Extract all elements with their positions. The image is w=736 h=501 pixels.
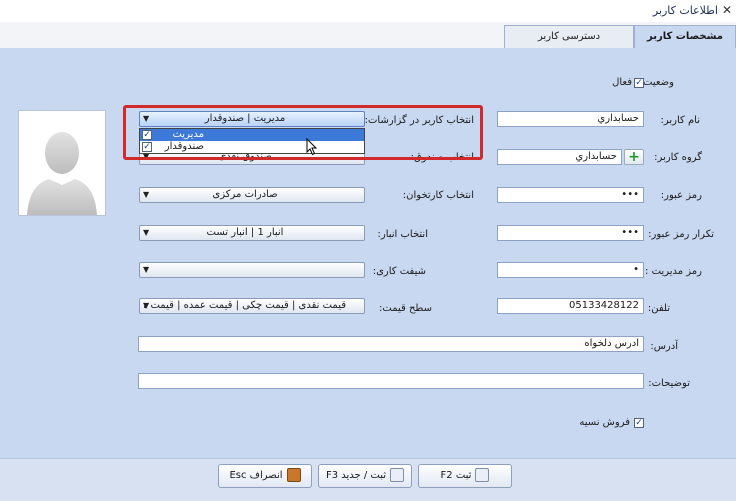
active-label: فعال (612, 77, 632, 88)
workshop-label: انتخاب کارتخوان: (402, 190, 474, 201)
user-silhouette-icon (27, 132, 97, 215)
highlight-box (123, 105, 483, 160)
title-bar: اطلاعات کاربر ✕ (0, 0, 736, 22)
save-icon (475, 468, 490, 482)
chevron-down-icon: ▼ (143, 190, 150, 199)
status-label: وضعیت: (639, 77, 674, 88)
workshop-value: صادرات مرکزی (212, 189, 278, 200)
chevron-down-icon: ▼ (143, 265, 150, 274)
cancel-button-label: انصراف Esc (229, 470, 283, 481)
repeat-password-label: تکرار رمز عبور: (648, 229, 714, 240)
save-new-icon (390, 468, 405, 482)
cancel-button[interactable]: انصراف Esc (218, 464, 312, 488)
username-input[interactable]: حسابداري (497, 111, 644, 127)
tab-user-access[interactable]: دسترسی کاربر (504, 25, 634, 48)
user-group-input[interactable]: حسابداري (497, 149, 622, 165)
price-level-select[interactable]: قیمت نقدی | قیمت چکی | قیمت عمده | قیمت … (139, 298, 365, 314)
save-button[interactable]: ثبت F2 (418, 464, 512, 488)
add-group-icon[interactable]: + (624, 149, 644, 165)
admin-password-input[interactable]: • (497, 262, 644, 278)
shift-select[interactable]: ▼ (139, 262, 365, 278)
save-button-label: ثبت F2 (440, 470, 472, 481)
active-checkbox[interactable]: ✓ (634, 78, 644, 88)
user-group-label: گروه کاربر: (654, 152, 702, 163)
password-label: رمز عبور: (660, 190, 702, 201)
save-new-button-label: ثبت / جدید F3 (325, 470, 387, 481)
warehouse-select[interactable]: انبار 1 | انبار تست ▼ (139, 225, 365, 241)
chevron-down-icon: ▼ (143, 301, 150, 310)
price-level-label: سطح قیمت: (379, 303, 432, 314)
tab-strip: مشخصات کاربر دسترسی کاربر (0, 22, 736, 49)
warehouse-value: انبار 1 | انبار تست (206, 227, 284, 238)
window-title: اطلاعات کاربر (652, 4, 718, 17)
close-icon[interactable]: ✕ (722, 3, 732, 17)
username-label: نام کاربر: (660, 115, 700, 126)
repeat-password-input[interactable]: ••• (497, 225, 644, 241)
save-new-button[interactable]: ثبت / جدید F3 (318, 464, 412, 488)
warehouse-label: انتخاب انبار: (377, 229, 429, 240)
address-input[interactable]: ادرس دلخواه (138, 336, 644, 352)
password-input[interactable]: ••• (497, 187, 644, 203)
credit-sale-label: فروش نسیه (579, 417, 630, 428)
phone-input[interactable]: 05133428122 (497, 298, 644, 314)
mouse-cursor-icon (306, 138, 318, 156)
tab-user-details[interactable]: مشخصات کاربر (634, 25, 736, 49)
exit-door-icon (286, 468, 301, 482)
admin-password-label: رمز مدیریت : (645, 266, 702, 277)
shift-label: شیفت کاری: (372, 266, 426, 277)
chevron-down-icon: ▼ (143, 228, 150, 237)
notes-input[interactable] (138, 373, 644, 389)
notes-label: توضیحات: (648, 378, 690, 389)
workshop-select[interactable]: صادرات مرکزی ▼ (139, 187, 365, 203)
address-label: آدرس: (650, 341, 678, 352)
price-level-value: قیمت نقدی | قیمت چکی | قیمت عمده | قیمت … (144, 300, 346, 311)
phone-label: تلفن: (647, 303, 670, 314)
user-photo[interactable] (18, 110, 106, 216)
credit-sale-checkbox[interactable]: ✓ (634, 418, 644, 428)
